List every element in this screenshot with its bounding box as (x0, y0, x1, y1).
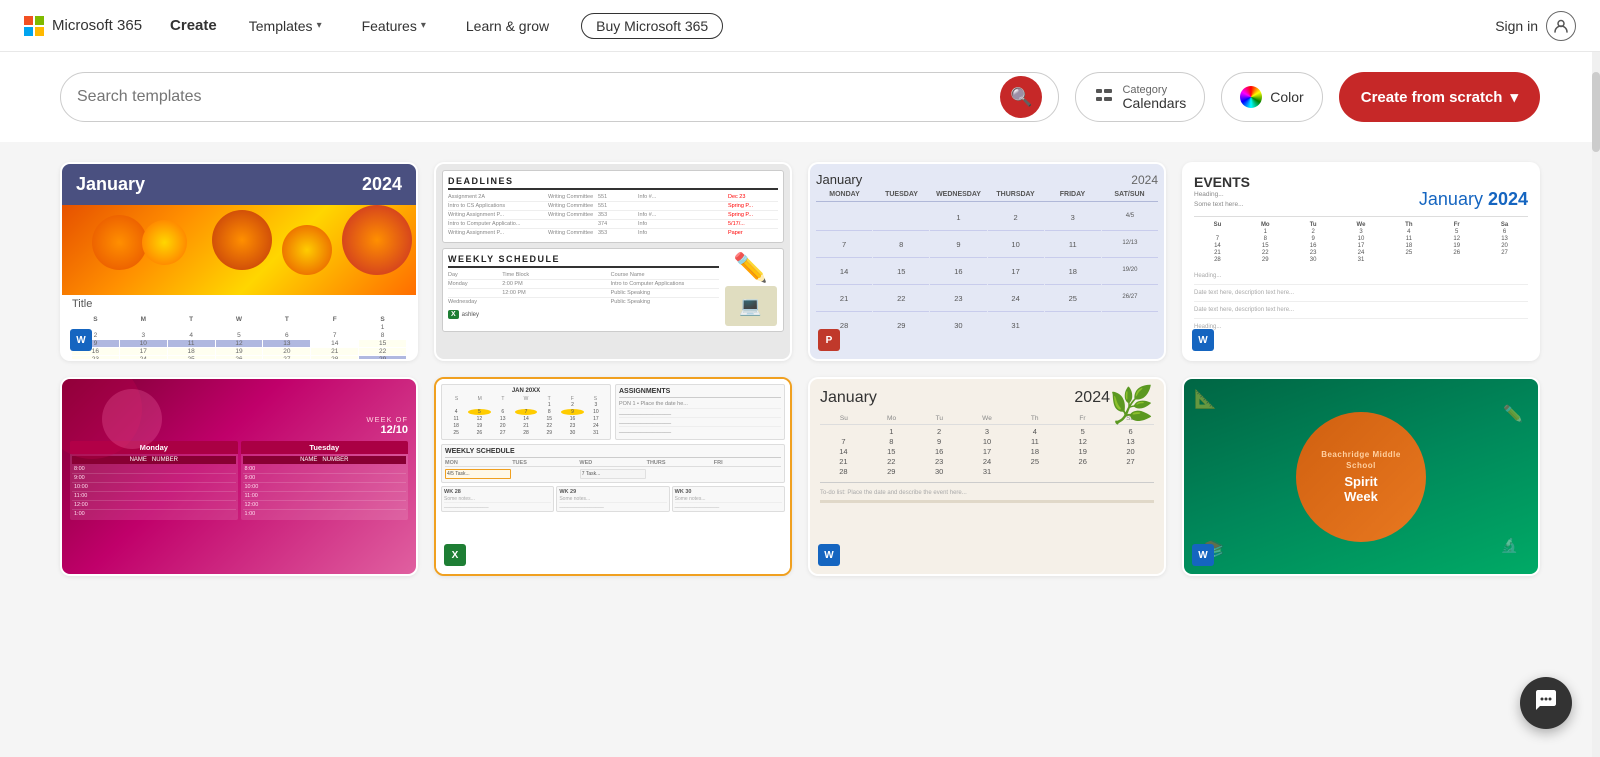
category-filter-text: Category Calendars (1122, 85, 1186, 110)
template-thumb-assignments: JAN 20XX SMTWTFS 123 45678910 1112131415… (436, 379, 790, 574)
features-nav-label: Features (362, 18, 417, 34)
sign-in-button[interactable]: Sign in (1495, 11, 1576, 41)
create-from-scratch-chevron-icon: ▾ (1510, 88, 1518, 106)
template-card-minimal[interactable]: 🌿 January 2024 SuMoTuWeThFrSa 123456 789… (808, 377, 1166, 576)
search-button[interactable]: 🔍 (1000, 76, 1042, 118)
category-main-label: Calendars (1122, 96, 1186, 110)
word-app-icon-card8: W (1192, 544, 1214, 566)
templates-section: January 2024 Title S (0, 142, 1600, 616)
template-thumb-blue-monthly: January 2024 MONDAYTUESDAYWEDNESDAYTHURS… (810, 164, 1164, 359)
features-chevron-icon: ▾ (421, 20, 426, 31)
category-filter-icon (1094, 85, 1114, 110)
scroll-thumb[interactable] (1592, 72, 1600, 152)
navigation-bar: Microsoft 365 Create Templates ▾ Feature… (0, 0, 1600, 52)
color-filter[interactable]: Color (1221, 72, 1322, 122)
chat-fab-icon (1534, 688, 1558, 718)
features-nav-item[interactable]: Features ▾ (354, 14, 434, 38)
template-card-events[interactable]: EVENTS Heading... Some text here... Janu… (1182, 162, 1540, 361)
category-small-label: Category (1122, 85, 1186, 96)
template-thumb-january-floral: January 2024 Title S (62, 164, 416, 359)
search-bar-container: 🔍 (60, 72, 1059, 122)
templates-grid: January 2024 Title S (60, 162, 1540, 576)
template-thumb-events: EVENTS Heading... Some text here... Janu… (1184, 164, 1538, 359)
create-nav-label: Create (170, 17, 217, 34)
template-thumb-spirit-week: 📐 ✏️ 📚 🔬 Beachridge Middle School Spirit… (1184, 379, 1538, 574)
category-filter[interactable]: Category Calendars (1075, 72, 1205, 122)
card1-flower-photo (62, 205, 416, 295)
template-card-deadlines[interactable]: DEADLINES Assignment 2AWriting Committee… (434, 162, 792, 361)
template-card-january-floral[interactable]: January 2024 Title S (60, 162, 418, 361)
search-icon: 🔍 (1010, 87, 1032, 108)
template-card-blue-monthly[interactable]: January 2024 MONDAYTUESDAYWEDNESDAYTHURS… (808, 162, 1166, 361)
user-avatar (1546, 11, 1576, 41)
buy-ms365-button[interactable]: Buy Microsoft 365 (581, 13, 723, 39)
ppt-app-icon-card3: P (818, 329, 840, 351)
template-thumb-pink-weekly: WEEK OF 12/10 Monday NAME NUMBER 8:00 9:… (62, 379, 416, 574)
ms365-brand-text: Microsoft 365 (52, 17, 142, 34)
color-wheel-icon (1240, 86, 1262, 108)
search-area: 🔍 Category Calendars Color Create from s… (0, 52, 1600, 142)
word-app-icon-card7: W (818, 544, 840, 566)
ms365-logo-link[interactable]: Microsoft 365 (24, 16, 142, 36)
template-thumb-deadlines: DEADLINES Assignment 2AWriting Committee… (436, 164, 790, 359)
card1-year: 2024 (362, 174, 402, 195)
template-thumb-minimal: 🌿 January 2024 SuMoTuWeThFrSa 123456 789… (810, 379, 1164, 574)
card1-title-text: Title (62, 295, 416, 313)
card1-month: January (76, 174, 145, 195)
template-card-spirit-week[interactable]: 📐 ✏️ 📚 🔬 Beachridge Middle School Spirit… (1182, 377, 1540, 576)
excel-app-icon-card6: X (444, 544, 466, 566)
templates-nav-label: Templates (249, 18, 313, 34)
templates-nav-item[interactable]: Templates ▾ (241, 14, 330, 38)
create-from-scratch-button[interactable]: Create from scratch ▾ (1339, 72, 1540, 122)
chat-fab-button[interactable] (1520, 677, 1572, 729)
create-from-scratch-label: Create from scratch (1361, 89, 1503, 106)
microsoft-logo (24, 16, 44, 36)
color-filter-label: Color (1270, 89, 1303, 105)
word-app-icon-card4: W (1192, 329, 1214, 351)
search-input[interactable] (77, 88, 988, 106)
template-card-assignments[interactable]: JAN 20XX SMTWTFS 123 45678910 1112131415… (434, 377, 792, 576)
learn-grow-nav-item[interactable]: Learn & grow (458, 14, 557, 38)
templates-chevron-icon: ▾ (317, 20, 322, 31)
template-card-pink-weekly[interactable]: WEEK OF 12/10 Monday NAME NUMBER 8:00 9:… (60, 377, 418, 576)
sign-in-label: Sign in (1495, 18, 1538, 34)
card1-mini-calendar: S M T W T F S 1 2345678 9101112131415 16… (62, 313, 416, 359)
scrollbar[interactable] (1592, 52, 1600, 757)
word-app-icon-card1: W (70, 329, 92, 351)
learn-grow-nav-label: Learn & grow (466, 18, 549, 34)
